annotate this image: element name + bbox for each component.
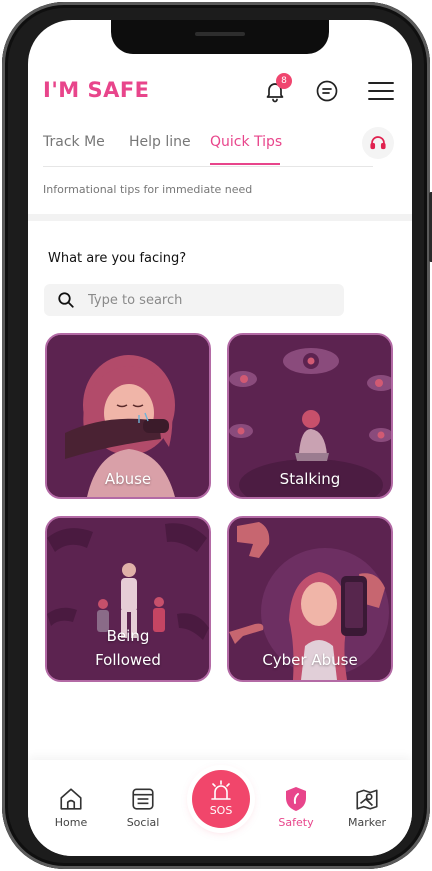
section-divider <box>28 214 412 221</box>
section-question: What are you facing? <box>48 251 187 266</box>
chat-button[interactable] <box>312 76 342 106</box>
phone-frame: I'M SAFE 8 Track Me Help line Quick Tips <box>2 2 432 869</box>
card-label: Stalking <box>279 470 341 488</box>
home-icon <box>60 788 82 810</box>
map-marker-icon <box>356 789 378 810</box>
card-being-followed[interactable]: Being Followed <box>45 516 211 682</box>
nav-marker[interactable]: Marker <box>335 782 399 829</box>
tab-track-me[interactable]: Track Me <box>43 134 105 150</box>
social-icon <box>132 788 154 810</box>
helpline-call-button[interactable] <box>362 127 394 159</box>
card-label-line-2: Followed <box>95 651 161 669</box>
speaker <box>195 32 245 36</box>
card-label: Abuse <box>104 470 152 488</box>
nav-safety[interactable]: Safety <box>264 782 328 829</box>
menu-button[interactable] <box>366 76 396 106</box>
card-stalking[interactable]: Stalking <box>227 333 393 499</box>
notifications-button[interactable]: 8 <box>260 73 292 106</box>
sos-button[interactable]: SOS <box>192 770 250 828</box>
search-icon <box>58 292 74 308</box>
tab-bar: Track Me Help line Quick Tips <box>43 134 383 165</box>
tab-help-line[interactable]: Help line <box>129 134 191 150</box>
info-text: Informational tips for immediate need <box>43 183 253 196</box>
notch <box>111 20 329 54</box>
app-title: I'M SAFE <box>43 78 150 102</box>
card-cyber-abuse[interactable]: Cyber Abuse <box>227 516 393 682</box>
nav-social-label: Social <box>126 816 160 829</box>
sos-label: SOS <box>209 804 233 817</box>
nav-home[interactable]: Home <box>39 782 103 829</box>
search-input[interactable] <box>88 289 328 311</box>
nav-safety-label: Safety <box>278 816 314 829</box>
tabs-divider <box>43 166 373 167</box>
card-label-line-1: Being <box>106 627 150 645</box>
menu-icon <box>368 82 394 100</box>
nav-marker-label: Marker <box>347 816 387 829</box>
notification-badge: 8 <box>276 73 292 89</box>
chat-icon <box>316 80 338 102</box>
nav-social[interactable]: Social <box>111 782 175 829</box>
card-abuse[interactable]: Abuse <box>45 333 211 499</box>
search-box <box>44 284 344 316</box>
card-label: Cyber Abuse <box>262 651 358 669</box>
app-screen: I'M SAFE 8 Track Me Help line Quick Tips <box>28 20 412 856</box>
tab-quick-tips[interactable]: Quick Tips <box>210 134 282 150</box>
shield-icon <box>286 787 306 811</box>
alarm-siren-icon <box>211 780 231 800</box>
nav-home-label: Home <box>54 816 88 829</box>
headset-icon <box>370 136 386 150</box>
active-tab-indicator <box>210 163 280 165</box>
